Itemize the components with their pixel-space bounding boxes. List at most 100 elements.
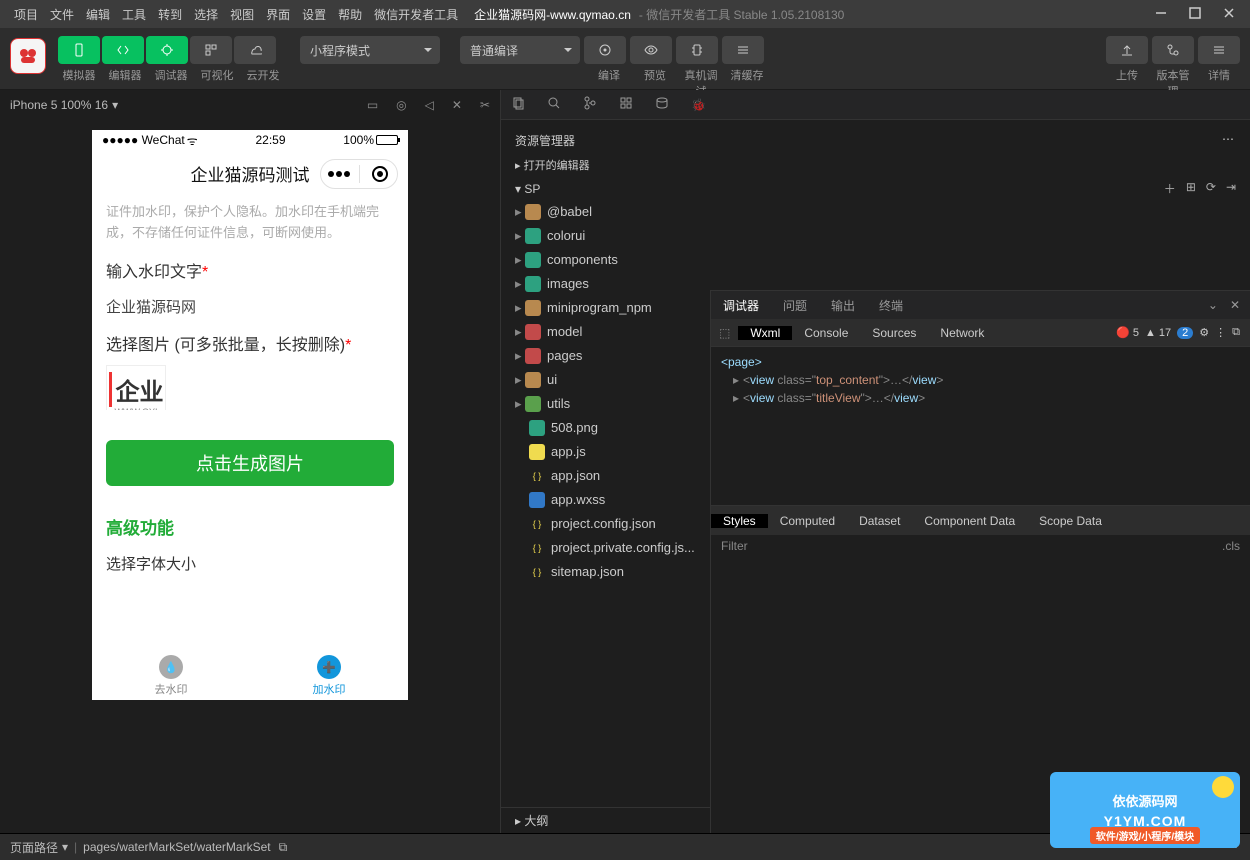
details-button[interactable] xyxy=(1198,36,1240,64)
tab-problems[interactable]: 问题 xyxy=(771,297,819,314)
dom-tree[interactable]: <page> ▸<view class="top_content">…</vie… xyxy=(711,347,1250,413)
record-icon[interactable]: ◎ xyxy=(396,98,406,112)
tab-debugger[interactable]: 调试器 xyxy=(711,297,771,314)
folder-@babel[interactable]: ▸@babel xyxy=(501,200,1250,224)
image-thumb[interactable]: 企业 WWW.QYI xyxy=(106,365,166,410)
label-debugger: 调试器 xyxy=(150,67,192,83)
share-icon[interactable]: ◁ xyxy=(425,98,434,112)
menu-go[interactable]: 转到 xyxy=(152,6,188,23)
cut-icon[interactable]: ✂ xyxy=(480,98,490,112)
simulator-button[interactable] xyxy=(58,36,100,64)
files-icon[interactable] xyxy=(511,96,525,113)
close-icon[interactable] xyxy=(1222,6,1236,23)
advanced-label: 高级功能 xyxy=(106,514,394,539)
version-button[interactable] xyxy=(1152,36,1194,64)
status-battery: 100% xyxy=(343,133,374,147)
styletab-styles[interactable]: Styles xyxy=(711,514,768,528)
refresh-icon[interactable]: ⟳ xyxy=(1206,180,1216,197)
compile-select[interactable]: 普通编译 xyxy=(460,36,580,64)
label-simulator: 模拟器 xyxy=(58,67,100,83)
styles-filter-input[interactable]: Filter xyxy=(721,539,748,553)
editor-button[interactable] xyxy=(102,36,144,64)
extension-icon[interactable] xyxy=(619,96,633,113)
devtools-more-icon[interactable]: ⋮ xyxy=(1215,326,1226,339)
visual-button[interactable] xyxy=(190,36,232,64)
db-icon[interactable] xyxy=(655,96,669,113)
explorer-title: 资源管理器 xyxy=(515,134,575,148)
page-route[interactable]: pages/waterMarkSet/waterMarkSet xyxy=(83,840,270,854)
new-file-icon[interactable]: ＋ xyxy=(1164,180,1176,197)
simulator-panel: iPhone 5 100% 16 ▾ ▭ ◎ ◁ ✕ ✂ ●●●●● WeCha… xyxy=(0,90,500,833)
generate-button[interactable]: 点击生成图片 xyxy=(106,440,394,486)
styletab-computed[interactable]: Computed xyxy=(768,514,847,528)
menu-help[interactable]: 帮助 xyxy=(332,6,368,23)
phone-tabbar: 💧去水印 ➕加水印 xyxy=(92,652,408,700)
cls-toggle[interactable]: .cls xyxy=(1222,539,1240,553)
devtools-settings-icon[interactable]: ⚙ xyxy=(1199,326,1209,339)
menu-file[interactable]: 文件 xyxy=(44,6,80,23)
page-route-label: 页面路径 xyxy=(10,839,58,856)
open-editors-section[interactable]: ▸ 打开的编辑器 xyxy=(501,153,1250,177)
new-folder-icon[interactable]: ⊞ xyxy=(1186,180,1196,197)
devtab-network[interactable]: Network xyxy=(928,326,996,340)
devtab-wxml[interactable]: Wxml xyxy=(738,326,792,340)
tab-terminal[interactable]: 终端 xyxy=(867,297,915,314)
mute-icon[interactable]: ✕ xyxy=(452,98,462,112)
collapse-icon[interactable]: ⇥ xyxy=(1226,180,1236,197)
tab-output[interactable]: 输出 xyxy=(819,297,867,314)
capsule-menu[interactable] xyxy=(320,159,398,189)
compile-button[interactable] xyxy=(584,36,626,64)
remote-debug-button[interactable] xyxy=(676,36,718,64)
project-root[interactable]: ▾ SP ＋ ⊞ ⟳ ⇥ xyxy=(501,177,1250,200)
simulator-device-info[interactable]: iPhone 5 100% 16 xyxy=(10,98,108,112)
menu-wxdevtools[interactable]: 微信开发者工具 xyxy=(368,6,464,23)
watermark-overlay: 依依源码网 Y1YM.COM 软件/游戏/小程序/模块 xyxy=(1050,772,1240,848)
menu-interface[interactable]: 界面 xyxy=(260,6,296,23)
menu-project[interactable]: 项目 xyxy=(8,6,44,23)
styletab-dataset[interactable]: Dataset xyxy=(847,514,912,528)
menu-edit[interactable]: 编辑 xyxy=(80,6,116,23)
close-panel-icon[interactable]: ✕ xyxy=(1230,298,1240,312)
folder-components[interactable]: ▸components xyxy=(501,248,1250,272)
inspect-icon[interactable]: ⬚ xyxy=(711,326,738,340)
copy-path-icon[interactable]: ⧉ xyxy=(279,840,288,855)
styletab-scopedata[interactable]: Scope Data xyxy=(1027,514,1114,528)
menu-select[interactable]: 选择 xyxy=(188,6,224,23)
devtab-sources[interactable]: Sources xyxy=(860,326,928,340)
project-subtitle: - 微信开发者工具 Stable 1.05.2108130 xyxy=(639,6,844,23)
folder-colorui[interactable]: ▸colorui xyxy=(501,224,1250,248)
clear-cache-button[interactable] xyxy=(722,36,764,64)
info-badge[interactable]: 2 xyxy=(1177,327,1193,339)
upload-button[interactable] xyxy=(1106,36,1148,64)
label-editor: 编辑器 xyxy=(104,67,146,83)
watermark-value[interactable]: 企业猫源码网 xyxy=(106,296,394,317)
watermark-label: 输入水印文字* xyxy=(106,258,394,282)
menu-settings[interactable]: 设置 xyxy=(296,6,332,23)
error-badge[interactable]: 🔴 5 xyxy=(1116,326,1139,339)
device-icon[interactable]: ▭ xyxy=(367,98,378,112)
tab-add-watermark[interactable]: ➕加水印 xyxy=(250,652,408,700)
phone-simulator: ●●●●● WeChat ᯤ 22:59 100% 企业猫源码测试 证件加水印，… xyxy=(92,130,408,700)
minimize-icon[interactable] xyxy=(1154,6,1168,23)
status-carrier: ●●●●● WeChat xyxy=(102,133,185,147)
mode-select[interactable]: 小程序模式 xyxy=(300,36,440,64)
preview-button[interactable] xyxy=(630,36,672,64)
maximize-icon[interactable] xyxy=(1188,6,1202,23)
styletab-compdata[interactable]: Component Data xyxy=(912,514,1027,528)
menu-view[interactable]: 视图 xyxy=(224,6,260,23)
toolbar: 模拟器 编辑器 调试器 可视化 云开发 小程序模式 普通编译 编译 预览 真机调… xyxy=(0,28,1250,90)
search-icon[interactable] xyxy=(547,96,561,113)
menu-tools[interactable]: 工具 xyxy=(116,6,152,23)
devtab-console[interactable]: Console xyxy=(792,326,860,340)
git-icon[interactable] xyxy=(583,96,597,113)
dock-icon[interactable]: ⧉ xyxy=(1232,326,1240,339)
cloud-button[interactable] xyxy=(234,36,276,64)
label-visual: 可视化 xyxy=(196,67,238,83)
explorer-more-icon[interactable]: ⋯ xyxy=(1222,132,1236,146)
collapse-panel-icon[interactable]: ⌄ xyxy=(1208,298,1218,312)
font-size-label: 选择字体大小 xyxy=(106,553,394,574)
tab-remove-watermark[interactable]: 💧去水印 xyxy=(92,652,250,700)
debugger-button[interactable] xyxy=(146,36,188,64)
warning-badge[interactable]: ▲ 17 xyxy=(1145,327,1171,339)
plugin-icon[interactable]: 🐞 xyxy=(691,98,706,112)
